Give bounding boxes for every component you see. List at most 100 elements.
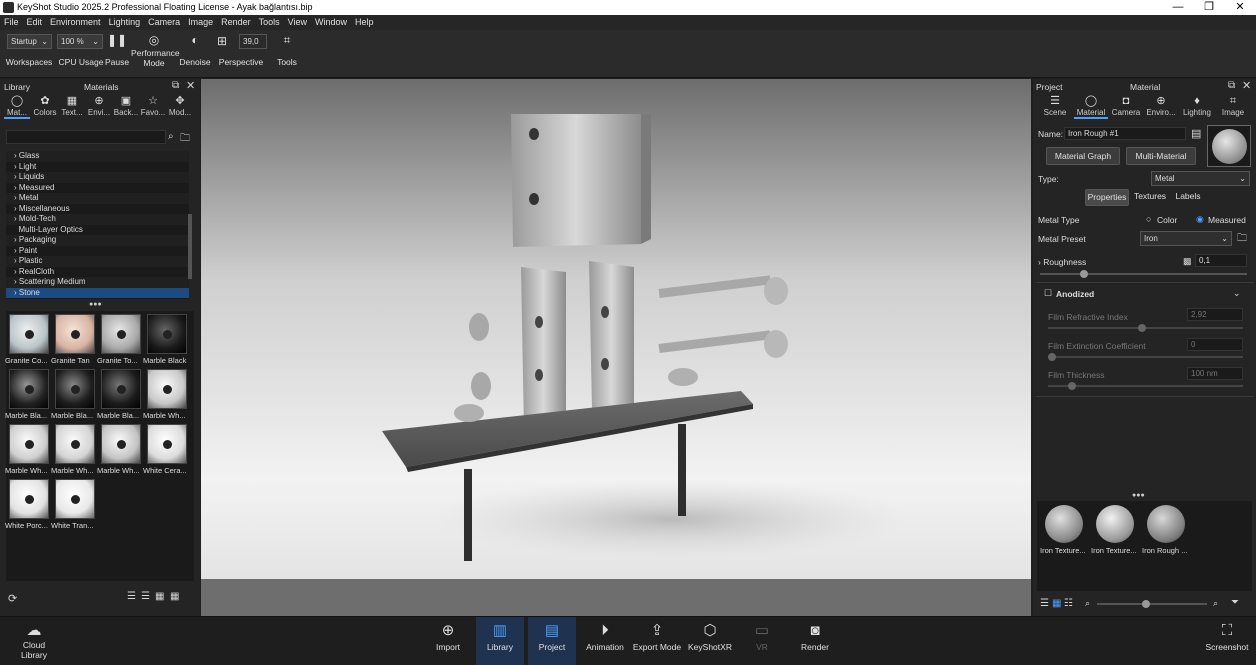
thumbnail-size-slider[interactable]: [1097, 600, 1207, 608]
menu-file[interactable]: File: [0, 15, 23, 30]
workspace-select[interactable]: Startup ⌄: [7, 34, 52, 49]
material-preview[interactable]: [1207, 125, 1251, 167]
tree-item[interactable]: › Scattering Medium: [6, 277, 189, 288]
menu-view[interactable]: View: [284, 15, 311, 30]
thumb-sphere[interactable]: [1147, 505, 1185, 543]
tab-models[interactable]: ✥ Mod...: [167, 94, 193, 117]
tree-scrollbar[interactable]: [188, 214, 192, 279]
filter-icon[interactable]: ⏷: [1231, 597, 1239, 608]
metal-preset-select[interactable]: Iron ⌄: [1140, 231, 1232, 246]
search-icon[interactable]: ⌕: [168, 131, 174, 142]
material-swatch[interactable]: [101, 424, 141, 464]
roughness-input[interactable]: 0,1: [1195, 254, 1247, 267]
menu-lighting[interactable]: Lighting: [105, 15, 145, 30]
zoom-out-icon[interactable]: ⌕: [1085, 598, 1090, 609]
tree-item[interactable]: › Miscellaneous: [6, 204, 189, 215]
multi-material-button[interactable]: Multi-Material: [1126, 147, 1196, 165]
tab-image[interactable]: ⌗ Image: [1217, 94, 1249, 117]
tree-item[interactable]: Multi-Layer Optics: [6, 225, 189, 236]
material-swatch[interactable]: [55, 424, 95, 464]
type-select[interactable]: Metal ⌄: [1151, 171, 1250, 186]
tab-material[interactable]: ◯ Material: [1074, 94, 1108, 119]
denoise-button[interactable]: ◐ Denoise: [179, 33, 211, 67]
material-swatch[interactable]: [55, 314, 95, 354]
perspective-icon[interactable]: ⊞: [217, 34, 227, 48]
export-mode-button[interactable]: ⇪ Export Mode: [632, 617, 682, 665]
subtab-labels[interactable]: Labels: [1171, 189, 1205, 206]
tree-item[interactable]: › RealCloth: [6, 267, 189, 278]
tools-button[interactable]: ⌗ Tools: [273, 33, 301, 67]
large-grid-icon[interactable]: ▦: [155, 591, 164, 602]
animation-button[interactable]: ⏵ Animation: [582, 617, 628, 665]
tree-item[interactable]: › Metal: [6, 193, 189, 204]
material-swatch[interactable]: [101, 369, 141, 409]
material-swatch[interactable]: [55, 479, 95, 519]
radio-color[interactable]: ○: [1146, 214, 1151, 224]
slider-knob[interactable]: [1142, 600, 1150, 608]
film-thickness-input[interactable]: 100 nm: [1187, 367, 1243, 380]
grid-view-icon[interactable]: ▦: [1052, 598, 1061, 609]
material-swatch[interactable]: [147, 314, 187, 354]
roughness-slider[interactable]: [1040, 270, 1247, 278]
screenshot-button[interactable]: ⛶ Screenshot: [1204, 617, 1250, 665]
vr-button[interactable]: ▭ VR: [745, 617, 779, 665]
slider-knob[interactable]: [1068, 382, 1076, 390]
close-window-button[interactable]: ✕: [1225, 0, 1255, 15]
material-graph-button[interactable]: Material Graph: [1046, 147, 1120, 165]
film-ec-input[interactable]: 0: [1187, 338, 1243, 351]
material-swatch[interactable]: [101, 314, 141, 354]
material-swatch[interactable]: [9, 314, 49, 354]
anodized-checkbox[interactable]: ☐: [1044, 288, 1052, 299]
tab-environments[interactable]: ⊕ Envi...: [86, 94, 112, 117]
tree-item[interactable]: › Mold-Tech: [6, 214, 189, 225]
tab-camera[interactable]: ◘ Camera: [1110, 94, 1142, 117]
list-view-icon[interactable]: ☰: [127, 591, 136, 602]
project-toggle-button[interactable]: ▤ Project: [528, 617, 576, 665]
material-swatch[interactable]: [9, 479, 49, 519]
minimize-button[interactable]: —: [1163, 0, 1193, 15]
menu-window[interactable]: Window: [311, 15, 351, 30]
refresh-icon[interactable]: ⟳: [8, 592, 17, 605]
tree-item[interactable]: › Measured: [6, 183, 189, 194]
menu-tools[interactable]: Tools: [255, 15, 284, 30]
menu-camera[interactable]: Camera: [144, 15, 184, 30]
cpu-usage-select[interactable]: 100 % ⌄: [57, 34, 103, 49]
slider-knob[interactable]: [1138, 324, 1146, 332]
undock-icon[interactable]: ⧉: [172, 80, 179, 91]
folder-icon[interactable]: 🗀: [1237, 231, 1247, 248]
detail-view-icon[interactable]: ☰: [141, 591, 150, 602]
tree-view-icon[interactable]: ☷: [1064, 598, 1073, 609]
material-swatch[interactable]: [147, 369, 187, 409]
chevron-down-icon[interactable]: ⌄: [1233, 288, 1241, 299]
radio-measured[interactable]: ◉: [1196, 214, 1204, 225]
zoom-in-icon[interactable]: ⌕: [1213, 598, 1218, 609]
pause-button[interactable]: ❚❚ Pause: [105, 33, 129, 67]
splitter-handle[interactable]: ●●●: [89, 301, 102, 308]
roughness-label[interactable]: › Roughness: [1038, 257, 1086, 267]
slider-knob[interactable]: [1048, 353, 1056, 361]
material-swatch[interactable]: [55, 369, 95, 409]
grid-view-icon[interactable]: ▦: [170, 591, 179, 602]
material-swatch[interactable]: [147, 424, 187, 464]
menu-help[interactable]: Help: [351, 15, 378, 30]
menu-render[interactable]: Render: [217, 15, 255, 30]
thumb-sphere[interactable]: [1045, 505, 1083, 543]
film-ri-slider[interactable]: [1048, 324, 1243, 332]
tab-backplates[interactable]: ▣ Back...: [113, 94, 139, 117]
tab-scene[interactable]: ☰ Scene: [1038, 94, 1072, 117]
tree-item-selected[interactable]: › Stone: [6, 287, 189, 298]
undock-icon[interactable]: ⧉: [1228, 80, 1235, 91]
close-icon[interactable]: ✕: [186, 79, 195, 92]
material-swatch[interactable]: [9, 369, 49, 409]
tree-item[interactable]: › Liquids: [6, 172, 189, 183]
menu-environment[interactable]: Environment: [46, 15, 105, 30]
folder-icon[interactable]: 🗀: [180, 131, 190, 148]
library-toggle-button[interactable]: ▥ Library: [476, 617, 524, 665]
cloud-library-button[interactable]: ☁ Cloud Library: [12, 617, 56, 665]
film-thickness-slider[interactable]: [1048, 382, 1243, 390]
tree-item[interactable]: › Glass: [6, 151, 189, 162]
material-swatch[interactable]: [9, 424, 49, 464]
close-icon[interactable]: ✕: [1242, 79, 1251, 92]
subtab-properties[interactable]: Properties: [1085, 189, 1129, 206]
slider-knob[interactable]: [1080, 270, 1088, 278]
